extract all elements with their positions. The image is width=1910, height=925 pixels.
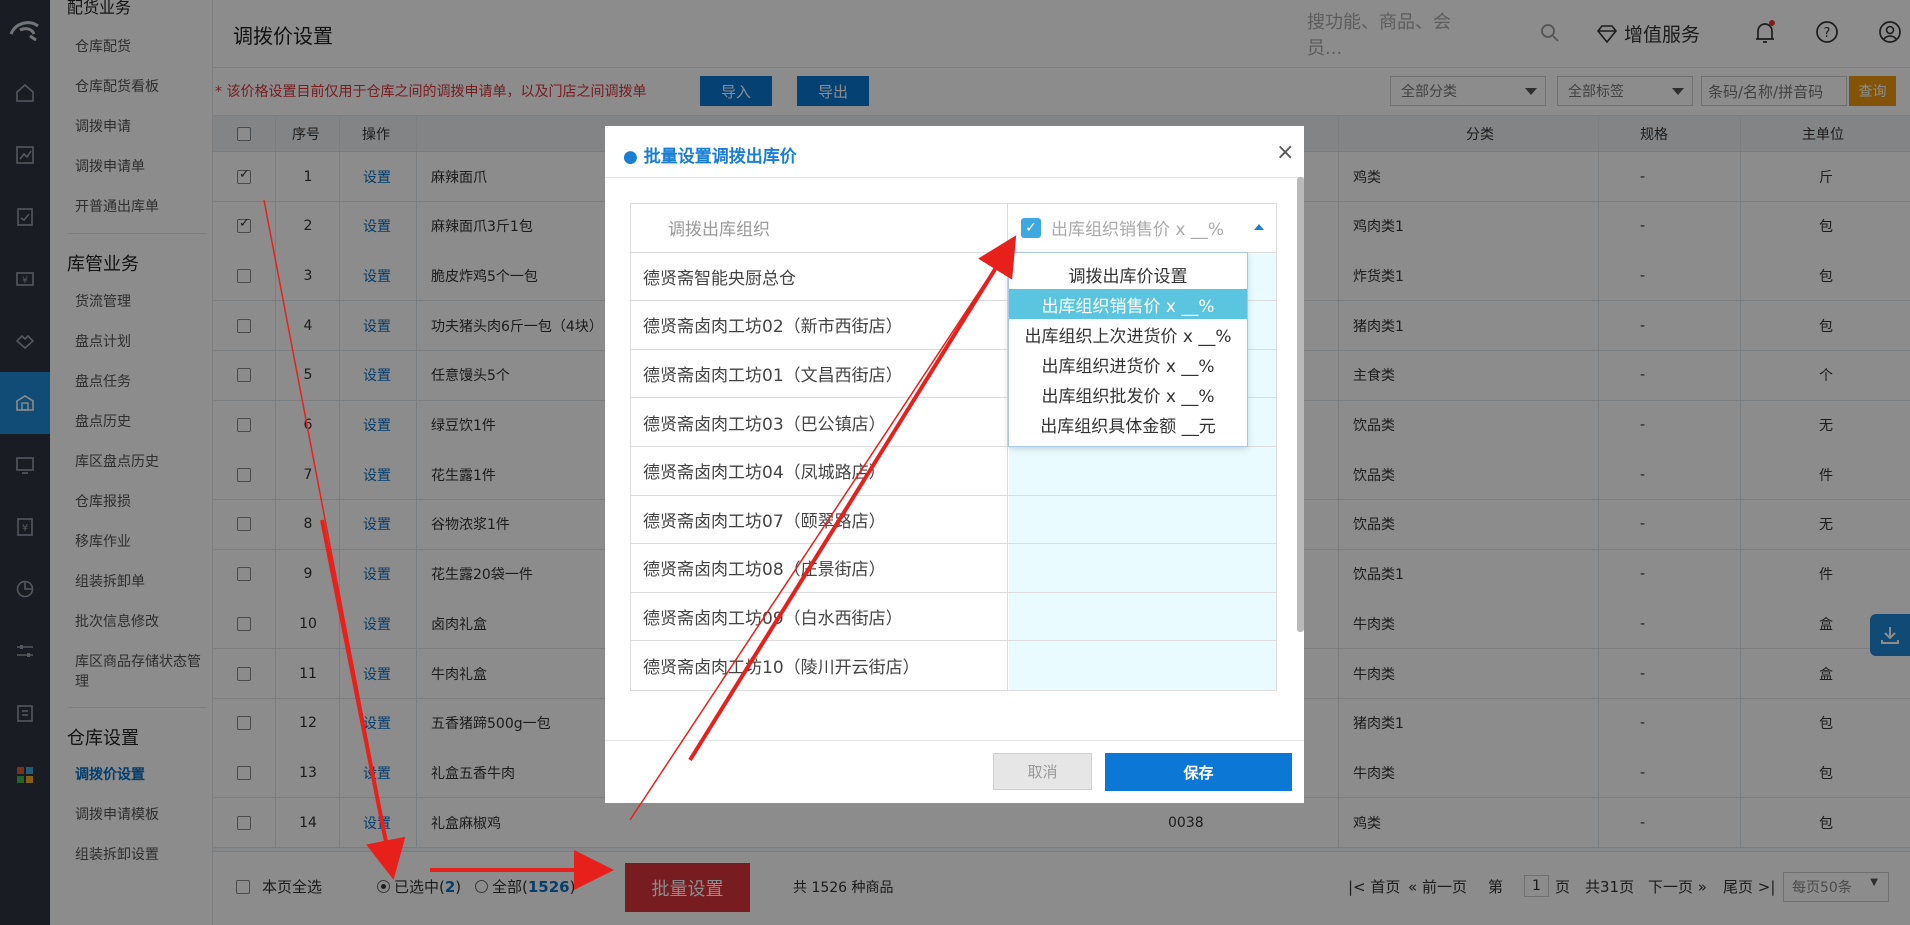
close-icon[interactable]: × bbox=[1276, 140, 1294, 165]
org-price-input[interactable] bbox=[1009, 495, 1276, 544]
org-price-input[interactable] bbox=[1009, 641, 1276, 690]
org-name: 德贤斋卤肉工坊02（新市西街店） bbox=[631, 301, 1008, 349]
org-name: 德贤斋卤肉工坊09（白水西街店） bbox=[631, 592, 1008, 641]
dialog-title: ● 批量设置调拨出库价 bbox=[623, 147, 797, 167]
org-row: 德贤斋卤肉工坊09（白水西街店） bbox=[631, 592, 1276, 642]
batch-price-dialog: ● 批量设置调拨出库价 × 调拨出库组织 ✓ 出库组织销售价 x __% 德贤斋智… bbox=[605, 126, 1304, 803]
org-row: 德贤斋卤肉工坊10（陵川开云街店） bbox=[631, 641, 1276, 690]
org-price-input[interactable] bbox=[1009, 592, 1276, 641]
dropdown-option[interactable]: 出库组织上次进货价 x __% bbox=[1009, 319, 1247, 349]
dropdown-option[interactable]: 出库组织进货价 x __% bbox=[1009, 349, 1247, 379]
price-method-dropdown: 调拨出库价设置 出库组织销售价 x __% 出库组织上次进货价 x __% 出库组织进… bbox=[1008, 252, 1248, 447]
save-button[interactable]: 保存 bbox=[1105, 753, 1292, 791]
dialog-scrollbar[interactable] bbox=[1297, 177, 1304, 632]
dropdown-option[interactable]: 出库组织销售价 x __% bbox=[1009, 289, 1247, 319]
dropdown-option[interactable]: 出库组织批发价 x __% bbox=[1009, 379, 1247, 409]
org-name: 德贤斋卤肉工坊10（陵川开云街店） bbox=[631, 641, 1008, 690]
dialog-header: ● 批量设置调拨出库价 × bbox=[605, 126, 1304, 178]
cancel-button[interactable]: 取消 bbox=[993, 753, 1092, 790]
org-row: 德贤斋卤肉工坊04（凤城路店） bbox=[631, 446, 1276, 496]
checkbox-icon[interactable]: ✓ bbox=[1021, 217, 1041, 238]
org-name: 德贤斋智能央厨总仓 bbox=[631, 252, 1008, 301]
org-name: 德贤斋卤肉工坊07（颐翠路店） bbox=[631, 495, 1008, 544]
org-row: 德贤斋卤肉工坊07（颐翠路店） bbox=[631, 495, 1276, 545]
org-column-header: 调拨出库组织 bbox=[631, 204, 1008, 252]
org-row: 德贤斋卤肉工坊08（庄景街店） bbox=[631, 544, 1276, 593]
org-name: 德贤斋卤肉工坊04（凤城路店） bbox=[631, 446, 1008, 495]
org-price-input[interactable] bbox=[1009, 446, 1276, 495]
org-table-header: 调拨出库组织 ✓ 出库组织销售价 x __% bbox=[631, 204, 1276, 253]
dropdown-option[interactable]: 调拨出库价设置 bbox=[1009, 259, 1247, 289]
chevron-up-icon bbox=[1254, 224, 1264, 230]
org-name: 德贤斋卤肉工坊03（巴公镇店） bbox=[631, 398, 1008, 446]
price-method-value: 出库组织销售价 x __% bbox=[1051, 220, 1225, 241]
dropdown-option[interactable]: 出库组织具体金额 __元 bbox=[1009, 409, 1247, 439]
org-name: 德贤斋卤肉工坊08（庄景街店） bbox=[631, 544, 1008, 592]
org-price-input[interactable] bbox=[1009, 544, 1276, 592]
org-name: 德贤斋卤肉工坊01（文昌西街店） bbox=[631, 349, 1008, 398]
price-method-select[interactable]: ✓ 出库组织销售价 x __% bbox=[1009, 204, 1276, 252]
